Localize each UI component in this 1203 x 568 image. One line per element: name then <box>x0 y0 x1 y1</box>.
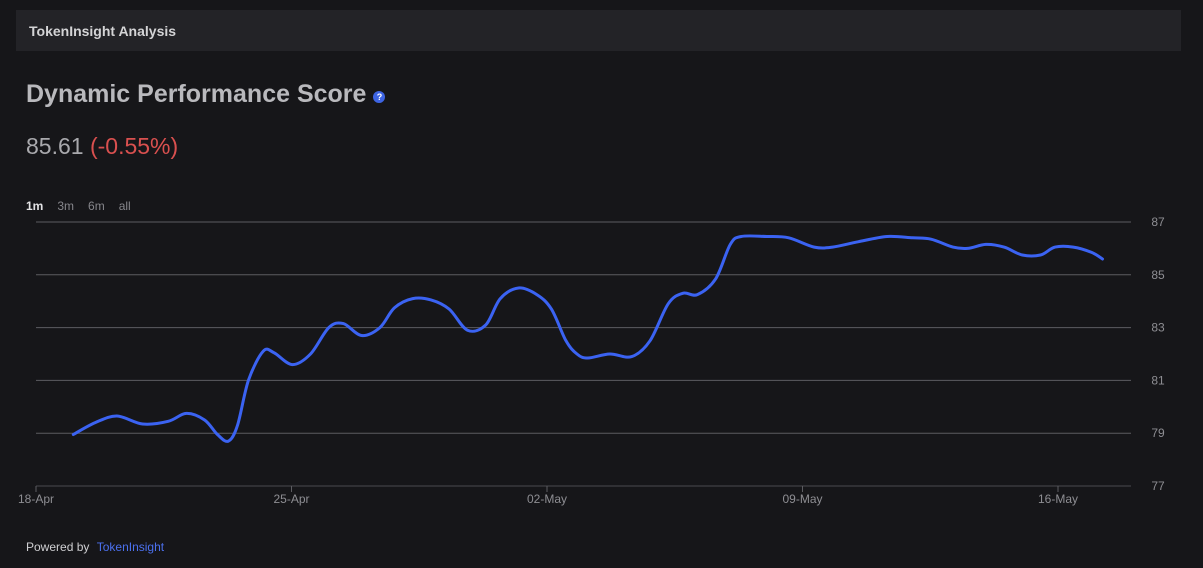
y-tick-label: 81 <box>1151 373 1165 387</box>
y-tick-label: 79 <box>1151 426 1165 440</box>
footer-link-tokeninsight[interactable]: TokenInsight <box>97 540 164 554</box>
x-tick-label: 02-May <box>527 492 567 506</box>
x-axis-ticks: 18-Apr 25-Apr 02-May 09-May 16-May <box>18 486 1078 506</box>
y-axis-ticks: 77 79 81 83 85 87 <box>1151 215 1165 493</box>
footer: Powered by TokenInsight <box>26 540 164 554</box>
series-line-score <box>71 234 1104 443</box>
x-tick-label: 09-May <box>782 492 822 506</box>
y-tick-label: 85 <box>1151 268 1165 282</box>
x-tick-label: 18-Apr <box>18 492 54 506</box>
chart-grid <box>36 221 1131 487</box>
performance-line-chart: 77 79 81 83 85 87 18-Apr 25-Apr 02-May 09-May 16-… <box>18 215 1165 506</box>
y-tick-label: 87 <box>1151 215 1165 229</box>
y-tick-label: 77 <box>1151 479 1165 493</box>
x-tick-label: 16-May <box>1038 492 1078 506</box>
footer-label: Powered by <box>26 540 90 554</box>
y-tick-label: 83 <box>1151 321 1165 335</box>
x-tick-label: 25-Apr <box>273 492 309 506</box>
